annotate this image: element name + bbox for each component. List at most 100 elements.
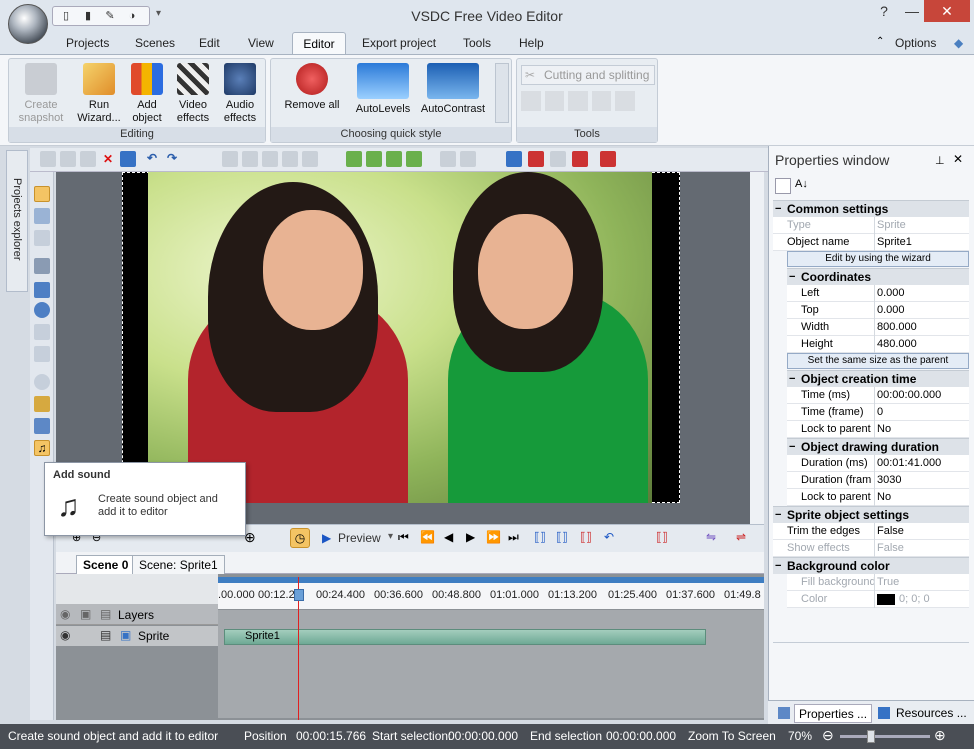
edit-wizard-button[interactable]: Edit by using the wizard [787,251,969,267]
sort-alpha-icon[interactable]: A↓ [795,178,808,190]
rewind-icon[interactable]: ⏪ [420,530,435,544]
prop-trim-edges[interactable]: Trim the edges False [773,523,969,540]
eraser-icon[interactable] [600,151,616,167]
bring-front-icon[interactable] [386,151,402,167]
zoom-to-screen-button[interactable]: Zoom To Screen [688,729,776,743]
rotate-left-icon[interactable] [591,91,612,111]
play-icon[interactable]: ▶ [322,531,331,545]
app-menu-button[interactable] [8,4,48,44]
lock-icon[interactable]: ▣ [80,607,91,621]
grid-icon[interactable] [550,151,566,167]
collapse-ribbon-icon[interactable]: ⌃ [876,36,884,47]
menu-editor[interactable]: Editor [292,32,346,55]
list-icon[interactable] [506,151,522,167]
video-effects-button[interactable]: Video effects [169,63,217,125]
style-gallery-scroll[interactable] [495,63,509,123]
visibility-icon[interactable]: ◉ [60,607,70,621]
crop-region-icon[interactable] [34,230,50,246]
marker-icon[interactable] [572,151,588,167]
sprite-track-row[interactable]: ◉ ▤ ▣ Sprite [56,626,218,646]
prop-height[interactable]: Height 480.000 [787,336,969,353]
same-size-button[interactable]: Set the same size as the parent [787,353,969,369]
move-up-icon[interactable] [346,151,362,167]
track-menu-icon[interactable]: ▤ [100,628,111,642]
menu-projects[interactable]: Projects [62,35,113,54]
sprite-clip[interactable]: Sprite1 [224,629,706,645]
zoom-region-icon[interactable] [34,208,50,224]
audio-marker-icon[interactable]: ⇋ [706,530,716,544]
menu-export-project[interactable]: Export project [358,35,440,54]
close-panel-icon[interactable]: ✕ [953,152,963,166]
visibility-icon[interactable]: ◉ [60,628,70,642]
audio-effects-button[interactable]: Audio effects [217,63,263,125]
options-menu[interactable]: Options [891,35,940,54]
mark-out-icon[interactable]: ⟦⟧ [556,530,568,544]
ellipse-tool-icon[interactable] [34,302,50,318]
preview-dropdown-icon[interactable]: ▾ [388,531,393,542]
zoom-in-icon[interactable]: ⊕ [934,727,946,744]
clock-icon[interactable]: ◷ [290,528,310,548]
cutting-splitting-button[interactable]: Cutting and splitting [521,65,655,85]
redo-icon[interactable]: ↷ [164,151,180,167]
minimize-button[interactable]: — [898,0,926,22]
move-down-icon[interactable] [366,151,382,167]
add-object-button[interactable]: Add object [125,63,169,125]
categorized-icon[interactable] [775,178,791,194]
go-end-icon[interactable]: ⏭ [508,530,519,545]
prop-duration-frame[interactable]: Duration (fram 3030 [787,472,969,489]
step-forward-icon[interactable]: ▶ [466,530,475,544]
loop-icon[interactable]: ↶ [604,530,614,544]
menu-tools[interactable]: Tools [459,35,495,54]
preview-button[interactable]: Preview [338,531,381,545]
timeline-range-bar[interactable] [218,577,764,583]
line-tool-icon[interactable] [34,258,50,274]
pin-icon[interactable]: ⊥ [935,154,945,167]
cut-mark-icon[interactable]: ⟦⟧ [656,530,668,544]
zoom-out-icon[interactable]: ⊖ [822,727,834,744]
menu-edit[interactable]: Edit [195,35,224,54]
magnet-icon[interactable] [528,151,544,167]
sprite-image[interactable] [148,172,652,503]
prop-left[interactable]: Left 0.000 [787,285,969,302]
fast-forward-icon[interactable]: ⏩ [486,530,501,544]
create-snapshot-button[interactable]: Create snapshot [13,63,69,125]
animation-tool-icon[interactable] [34,374,50,390]
pointer-tool-icon[interactable] [34,186,50,202]
prop-lock-to-parent[interactable]: Lock to parent No [787,421,969,438]
prop-time-frame[interactable]: Time (frame) 0 [787,404,969,421]
prop-lock-to-parent-2[interactable]: Lock to parent No [787,489,969,506]
section-background-color[interactable]: Background color [773,557,969,575]
sprite-tool-icon[interactable] [34,396,50,412]
paste-icon[interactable] [80,151,96,167]
section-sprite-settings[interactable]: Sprite object settings [773,506,969,524]
prop-width[interactable]: Width 800.000 [787,319,969,336]
section-coordinates[interactable]: Coordinates [787,268,969,286]
cut-tool-icon[interactable] [521,91,541,111]
align-top-icon[interactable] [282,151,298,167]
cut-icon[interactable] [40,151,56,167]
remove-all-button[interactable]: Remove all [279,63,345,112]
canvas-vertical-scrollbar[interactable] [750,172,764,524]
delete-icon[interactable]: ✕ [100,151,116,167]
align-left-icon[interactable] [222,151,238,167]
text-tool-icon[interactable] [34,324,50,340]
split-marker-icon[interactable]: ⟦⟧ [580,530,592,544]
ungroup-icon[interactable] [460,151,476,167]
go-start-icon[interactable]: ⏮ [398,530,409,545]
menu-view[interactable]: View [244,35,278,54]
rectangle-tool-icon[interactable] [34,282,50,298]
prop-time-ms[interactable]: Time (ms) 00:00:00.000 [787,387,969,404]
align-middle-icon[interactable] [302,151,318,167]
section-drawing-duration[interactable]: Object drawing duration [787,438,969,456]
zoom-slider-track[interactable] [840,735,930,738]
tab-properties[interactable]: Properties ... [794,704,873,723]
properties-icon[interactable] [120,151,136,167]
subtitle-tool-icon[interactable] [34,346,50,362]
info-icon[interactable]: ◆ [954,36,963,50]
prop-object-name[interactable]: Object name Sprite1 [773,234,969,251]
help-button[interactable]: ? [870,0,898,22]
remove-marker-icon[interactable]: ⇌ [736,530,746,544]
step-back-icon[interactable]: ◀ [444,530,453,544]
close-button[interactable]: ✕ [924,0,970,22]
group-icon[interactable] [440,151,456,167]
